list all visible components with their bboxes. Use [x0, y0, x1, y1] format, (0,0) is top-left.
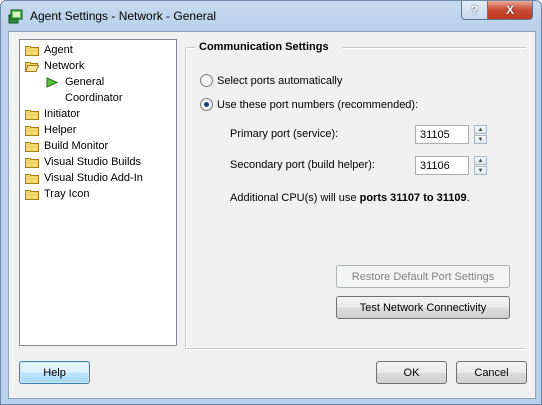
close-icon: X	[505, 3, 514, 17]
additional-cpu-prefix: Additional CPU(s) will use	[230, 192, 360, 204]
section-left-edge	[185, 47, 187, 348]
settings-tree[interactable]: Agent Network General Coordinator Initia…	[19, 39, 177, 346]
radio-manual-label: Use these port numbers (recommended):	[217, 98, 419, 111]
additional-cpu-suffix: .	[466, 192, 470, 204]
additional-cpu-ports: ports 31107 to 31109	[359, 192, 467, 204]
agent-settings-window: Agent Settings - Network - General ? X A…	[0, 0, 542, 405]
section-divider	[342, 47, 526, 49]
tree-item-network[interactable]: Network	[25, 58, 84, 74]
tree-item-helper[interactable]: Helper	[25, 122, 76, 138]
app-icon	[8, 9, 23, 24]
radio-auto-label: Select ports automatically	[217, 74, 343, 87]
secondary-port-input[interactable]	[415, 156, 469, 175]
tree-item-label: Agent	[44, 44, 73, 56]
arrow-icon	[46, 76, 59, 88]
test-network-button[interactable]: Test Network Connectivity	[336, 296, 510, 319]
folder-icon	[25, 141, 39, 152]
tree-item-label: Visual Studio Builds	[44, 156, 142, 168]
folder-icon	[25, 189, 39, 200]
folder-icon	[25, 173, 39, 184]
section-title: Communication Settings	[199, 41, 329, 53]
tree-item-initiator[interactable]: Initiator	[25, 106, 80, 122]
secondary-port-spinner[interactable]: ▲ ▼	[474, 156, 487, 175]
radio-auto-ports[interactable]: Select ports automatically	[200, 74, 342, 87]
folder-icon	[25, 125, 39, 136]
spin-up-icon[interactable]: ▲	[474, 125, 487, 134]
tree-item-label: Visual Studio Add-In	[44, 172, 143, 184]
primary-port-label: Primary port (service):	[230, 128, 339, 140]
folder-icon	[25, 157, 39, 168]
help-button[interactable]: Help	[19, 361, 90, 384]
tree-item-label: Initiator	[44, 108, 81, 120]
secondary-port-label: Secondary port (build helper):	[230, 159, 375, 171]
restore-default-ports-button[interactable]: Restore Default Port Settings	[336, 265, 510, 288]
title-bar[interactable]: Agent Settings - Network - General ? X	[1, 1, 541, 31]
title-help-button[interactable]: ?	[461, 1, 488, 20]
folder-open-icon	[25, 61, 39, 72]
folder-icon	[25, 45, 39, 56]
tree-item-tray-icon[interactable]: Tray Icon	[25, 186, 89, 202]
cancel-button[interactable]: Cancel	[456, 361, 527, 384]
dialog-client-area: Agent Network General Coordinator Initia…	[8, 31, 536, 399]
tree-item-visual-studio-add-in[interactable]: Visual Studio Add-In	[25, 170, 143, 186]
tree-item-label: Coordinator	[65, 92, 123, 104]
help-icon: ?	[470, 3, 479, 17]
radio-manual-ports[interactable]: Use these port numbers (recommended):	[200, 98, 418, 111]
title-close-button[interactable]: X	[487, 1, 533, 20]
window-title: Agent Settings - Network - General	[30, 9, 217, 23]
tree-item-label: Helper	[44, 124, 77, 136]
radio-auto-button[interactable]	[200, 74, 213, 87]
primary-port-input[interactable]	[415, 125, 469, 144]
ok-button[interactable]: OK	[376, 361, 447, 384]
footer-divider	[185, 348, 526, 350]
folder-icon	[25, 109, 39, 120]
additional-cpu-text: Additional CPU(s) will use ports 31107 t…	[230, 192, 470, 204]
tree-item-label: Tray Icon	[44, 188, 90, 200]
primary-port-spinner[interactable]: ▲ ▼	[474, 125, 487, 144]
tree-item-label: Network	[44, 60, 85, 72]
spin-up-icon[interactable]: ▲	[474, 156, 487, 165]
radio-manual-button[interactable]	[200, 98, 213, 111]
spin-down-icon[interactable]: ▼	[474, 135, 487, 144]
tree-item-agent[interactable]: Agent	[25, 42, 73, 58]
tree-item-label: Build Monitor	[44, 140, 109, 152]
tree-item-build-monitor[interactable]: Build Monitor	[25, 138, 108, 154]
spin-down-icon[interactable]: ▼	[474, 166, 487, 175]
tree-item-visual-studio-builds[interactable]: Visual Studio Builds	[25, 154, 141, 170]
tree-item-general[interactable]: General	[46, 74, 104, 90]
tree-item-label: General	[65, 76, 105, 88]
tree-item-coordinator[interactable]: Coordinator	[65, 90, 122, 106]
